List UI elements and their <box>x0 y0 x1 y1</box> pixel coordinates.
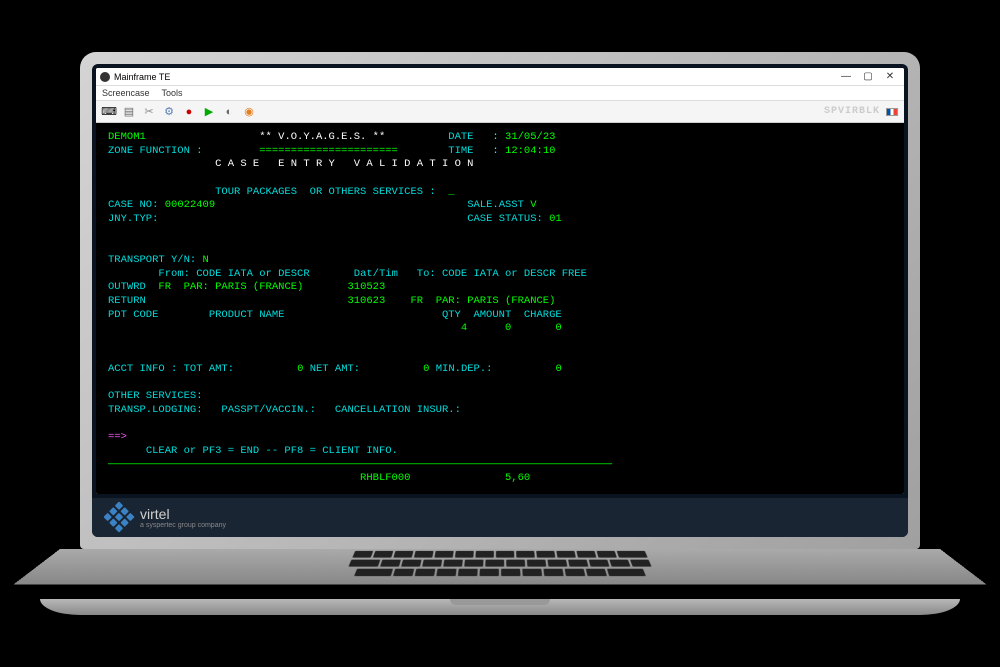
flag-fr-icon[interactable] <box>886 108 898 116</box>
tour-value[interactable]: _ <box>448 186 454 198</box>
amount[interactable]: 0 <box>505 322 511 334</box>
app-title: ** V.O.Y.A.G.E.S. ** <box>259 131 385 143</box>
transp-lodging: TRANSP.LODGING: <box>108 404 203 416</box>
virtel-logo-icon <box>103 502 134 533</box>
menubar: Screencase Tools <box>96 86 904 101</box>
charge[interactable]: 0 <box>555 322 561 334</box>
cut-icon[interactable]: ✂ <box>142 105 156 119</box>
time-label: TIME <box>448 145 473 157</box>
min-dep: 0 <box>555 363 561 375</box>
case-status-label: CASE STATUS: <box>467 213 543 225</box>
menu-screencase[interactable]: Screencase <box>102 88 150 98</box>
stop-icon[interactable]: ◐ <box>222 105 236 119</box>
case-status[interactable]: 01 <box>549 213 562 225</box>
laptop-base <box>40 599 960 615</box>
return-label: RETURN <box>108 295 146 307</box>
demo-id: DEMOM1 <box>108 131 146 143</box>
maximize-button[interactable]: ▢ <box>858 70 878 84</box>
hint-text: CLEAR or PF3 = END -- PF8 = CLIENT INFO. <box>146 445 398 457</box>
brand-footer: virtel a syspertec group company <box>92 498 908 537</box>
product-cols: PDT CODE PRODUCT NAME QTY AMOUNT CHARGE <box>108 309 562 321</box>
cancel-insur: CANCELLATION INSUR.: <box>335 404 461 416</box>
date-label: DATE <box>448 131 473 143</box>
tour-label: TOUR PACKAGES OR OTHERS SERVICES : <box>215 186 436 198</box>
screen-bezel: Mainframe TE — ▢ ✕ Screencase Tools ⌨ ▤ … <box>80 52 920 549</box>
net-label: NET AMT: <box>310 363 360 375</box>
to-label: To: CODE IATA or DESCR FREE <box>417 268 587 280</box>
qty[interactable]: 4 <box>461 322 467 334</box>
play-icon[interactable]: ▶ <box>202 105 216 119</box>
tot-label: TOT AMT: <box>184 363 234 375</box>
sale-asst-label: SALE.ASST <box>467 199 524 211</box>
acct-label: ACCT INFO : <box>108 363 177 375</box>
net-amt: 0 <box>423 363 429 375</box>
screen: Mainframe TE — ▢ ✕ Screencase Tools ⌨ ▤ … <box>92 64 908 537</box>
command-prompt[interactable]: ==> <box>108 431 127 443</box>
sale-asst[interactable]: V <box>530 199 536 211</box>
brand-name: virtel <box>140 506 170 522</box>
case-no-label: CASE NO: <box>108 199 158 211</box>
document-icon[interactable]: ▤ <box>122 105 136 119</box>
record-icon[interactable]: ● <box>182 105 196 119</box>
settings-icon[interactable]: ⚙ <box>162 105 176 119</box>
orange-icon[interactable]: ◉ <box>242 105 256 119</box>
brand-tagline: a syspertec group company <box>140 522 226 529</box>
laptop-notch <box>450 599 550 605</box>
close-button[interactable]: ✕ <box>880 70 900 84</box>
app-icon <box>100 72 110 82</box>
tot-amt: 0 <box>297 363 303 375</box>
date-value: 31/05/23 <box>505 131 555 143</box>
status-code: RHBLF000 <box>360 472 410 484</box>
from-label: From: CODE IATA or DESCR <box>158 268 309 280</box>
other-services-label: OTHER SERVICES: <box>108 390 203 402</box>
outward-from[interactable]: FR PAR: PARIS (FRANCE) <box>158 281 303 293</box>
menu-tools[interactable]: Tools <box>162 88 183 98</box>
outward-date[interactable]: 310523 <box>347 281 385 293</box>
laptop-frame: Mainframe TE — ▢ ✕ Screencase Tools ⌨ ▤ … <box>80 52 920 615</box>
dattim-label: Dat/Tim <box>354 268 398 280</box>
subtitle: C A S E E N T R Y V A L I D A T I O N <box>215 158 473 170</box>
titlebar: Mainframe TE — ▢ ✕ <box>96 68 904 86</box>
time-value: 12:04:10 <box>505 145 555 157</box>
zone-label: ZONE FUNCTION : <box>108 145 203 157</box>
toolbar: ⌨ ▤ ✂ ⚙ ● ▶ ◐ ◉ SPVIRBLK <box>96 101 904 123</box>
passpt-vaccin: PASSPT/VACCIN.: <box>221 404 316 416</box>
minimize-button[interactable]: — <box>836 70 856 84</box>
spvirblk-label: SPVIRBLK <box>824 106 880 117</box>
transport-yn[interactable]: N <box>203 254 209 266</box>
outward-label: OUTWRD <box>108 281 146 293</box>
cursor-pos: 5,60 <box>505 472 530 484</box>
keyboard-icon[interactable]: ⌨ <box>102 105 116 119</box>
transport-label: TRANSPORT Y/N: <box>108 254 196 266</box>
zone-sep: ====================== <box>259 145 398 157</box>
min-label: MIN.DEP.: <box>436 363 493 375</box>
jny-typ-label: JNY.TYP: <box>108 213 158 225</box>
case-no[interactable]: 00022409 <box>165 199 215 211</box>
return-to[interactable]: FR PAR: PARIS (FRANCE) <box>410 295 555 307</box>
app-window: Mainframe TE — ▢ ✕ Screencase Tools ⌨ ▤ … <box>96 68 904 494</box>
window-title: Mainframe TE <box>114 72 170 82</box>
terminal-screen[interactable]: DEMOM1 ** V.O.Y.A.G.E.S. ** DATE : 31/05… <box>96 123 904 494</box>
return-date[interactable]: 310623 <box>347 295 385 307</box>
laptop-keyboard <box>13 549 986 585</box>
